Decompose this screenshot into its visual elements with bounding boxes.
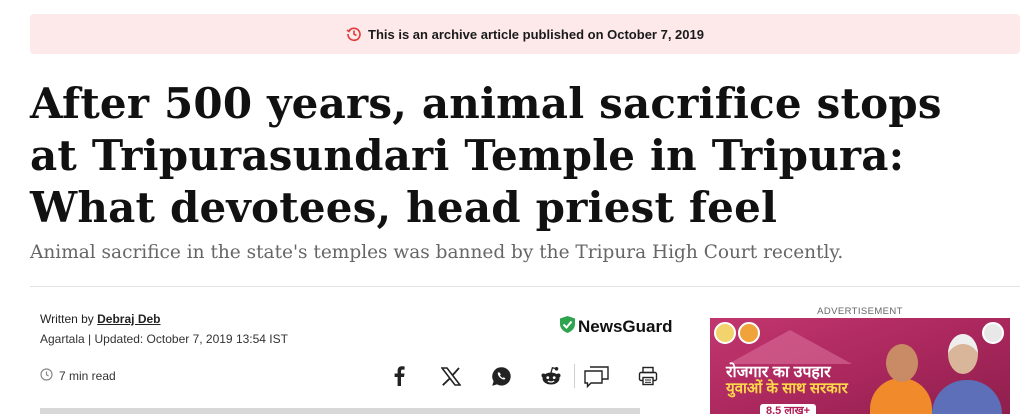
comment-icon[interactable] <box>583 363 611 389</box>
hero-image <box>40 408 640 414</box>
divider <box>30 286 1020 287</box>
byline-separator: | <box>88 332 92 346</box>
newsguard-label: NewsGuard <box>578 317 673 336</box>
ad-person-figure-left <box>870 378 932 414</box>
print-icon[interactable] <box>635 363 661 389</box>
ad-seal-icon <box>738 322 760 344</box>
advertisement-banner[interactable]: रोजगार का उपहार युवाओं के साथ सरकार 8.5 … <box>710 318 1010 414</box>
ad-person-face-left <box>886 344 918 382</box>
ad-person-figure-right <box>932 380 1002 414</box>
newsguard-badge[interactable]: NewsGuard <box>559 315 672 339</box>
written-by-label: Written by <box>40 312 94 326</box>
ad-person-face-right <box>948 334 978 374</box>
ad-emblem-icon <box>714 322 736 344</box>
author-link[interactable]: Debraj Deb <box>97 312 160 326</box>
x-icon[interactable] <box>438 363 464 389</box>
read-time-text: 7 min read <box>59 369 116 383</box>
ad-tagline: युवाओं के साथ सरकार <box>726 380 848 397</box>
ad-figure: 8.5 लाख+ <box>760 404 817 414</box>
archive-banner: This is an archive article published on … <box>30 14 1020 54</box>
article-headline: After 500 years, animal sacrifice stops … <box>30 79 942 232</box>
advertisement-label: ADVERTISEMENT <box>817 306 903 317</box>
newsguard-shield-icon <box>559 315 576 339</box>
share-bar <box>386 362 661 390</box>
history-clock-icon <box>346 26 362 42</box>
reddit-icon[interactable] <box>538 363 564 389</box>
byline: Written by Debraj Deb Agartala | Updated… <box>40 309 288 349</box>
ad-logo-right-icon <box>982 322 1004 344</box>
updated-timestamp: Updated: October 7, 2019 13:54 IST <box>94 332 288 346</box>
dateline-location: Agartala <box>40 332 85 346</box>
facebook-icon[interactable] <box>386 363 412 389</box>
clock-icon <box>40 368 53 384</box>
archive-banner-text: This is an archive article published on … <box>368 26 704 42</box>
article-subhead: Animal sacrifice in the state's temples … <box>30 242 844 263</box>
share-divider <box>574 364 575 388</box>
read-time: 7 min read <box>40 368 116 384</box>
whatsapp-icon[interactable] <box>488 363 514 389</box>
